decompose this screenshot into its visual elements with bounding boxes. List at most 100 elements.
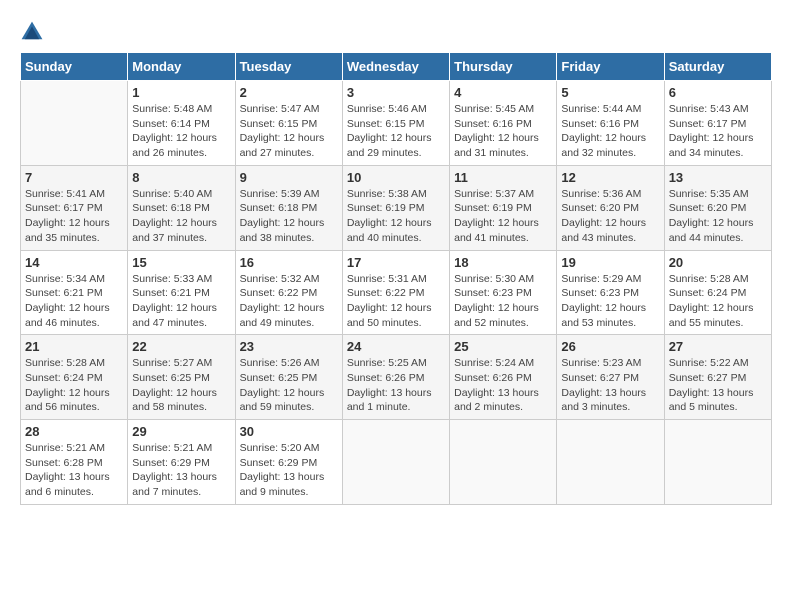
calendar-header-row: SundayMondayTuesdayWednesdayThursdayFrid… [21, 53, 772, 81]
day-info: Sunrise: 5:48 AM Sunset: 6:14 PM Dayligh… [132, 102, 230, 161]
calendar-cell: 24 Sunrise: 5:25 AM Sunset: 6:26 PM Dayli… [342, 335, 449, 420]
calendar-header-monday: Monday [128, 53, 235, 81]
day-number: 23 [240, 339, 338, 354]
day-info: Sunrise: 5:21 AM Sunset: 6:28 PM Dayligh… [25, 441, 123, 500]
calendar-cell: 4Sunrise: 5:45 AM Sunset: 6:16 PM Daylig… [450, 81, 557, 166]
calendar-cell: 25 Sunrise: 5:24 AM Sunset: 6:26 PM Dayli… [450, 335, 557, 420]
day-number: 16 [240, 255, 338, 270]
day-info: Sunrise: 5:35 AM Sunset: 6:20 PM Dayligh… [669, 187, 767, 246]
day-info: Sunrise: 5:47 AM Sunset: 6:15 PM Dayligh… [240, 102, 338, 161]
day-info: Sunrise: 5:25 AM Sunset: 6:26 PM Dayligh… [347, 356, 445, 415]
logo-icon [20, 20, 44, 44]
day-number: 7 [25, 170, 123, 185]
day-info: Sunrise: 5:21 AM Sunset: 6:29 PM Dayligh… [132, 441, 230, 500]
day-number: 20 [669, 255, 767, 270]
calendar-cell: 27 Sunrise: 5:22 AM Sunset: 6:27 PM Dayli… [664, 335, 771, 420]
calendar-cell [342, 420, 449, 505]
calendar-cell: 10Sunrise: 5:38 AM Sunset: 6:19 PM Dayli… [342, 165, 449, 250]
day-number: 11 [454, 170, 552, 185]
day-number: 19 [561, 255, 659, 270]
calendar-cell: 1 Sunrise: 5:48 AM Sunset: 6:14 PM Daylig… [128, 81, 235, 166]
day-number: 22 [132, 339, 230, 354]
day-info: Sunrise: 5:27 AM Sunset: 6:25 PM Dayligh… [132, 356, 230, 415]
calendar-cell: 8Sunrise: 5:40 AM Sunset: 6:18 PM Daylig… [128, 165, 235, 250]
day-number: 6 [669, 85, 767, 100]
day-number: 21 [25, 339, 123, 354]
calendar-cell: 26 Sunrise: 5:23 AM Sunset: 6:27 PM Dayli… [557, 335, 664, 420]
calendar-cell [664, 420, 771, 505]
day-number: 3 [347, 85, 445, 100]
calendar-cell: 18 Sunrise: 5:30 AM Sunset: 6:23 PM Dayli… [450, 250, 557, 335]
day-number: 24 [347, 339, 445, 354]
calendar-cell: 23 Sunrise: 5:26 AM Sunset: 6:25 PM Dayli… [235, 335, 342, 420]
page-header [20, 20, 772, 44]
calendar-header-friday: Friday [557, 53, 664, 81]
calendar-cell: 15Sunrise: 5:33 AM Sunset: 6:21 PM Dayli… [128, 250, 235, 335]
calendar-cell: 12 Sunrise: 5:36 AM Sunset: 6:20 PM Dayli… [557, 165, 664, 250]
calendar-header-wednesday: Wednesday [342, 53, 449, 81]
day-info: Sunrise: 5:44 AM Sunset: 6:16 PM Dayligh… [561, 102, 659, 161]
day-info: Sunrise: 5:31 AM Sunset: 6:22 PM Dayligh… [347, 272, 445, 331]
calendar-cell [450, 420, 557, 505]
day-info: Sunrise: 5:20 AM Sunset: 6:29 PM Dayligh… [240, 441, 338, 500]
day-number: 12 [561, 170, 659, 185]
calendar-cell: 19 Sunrise: 5:29 AM Sunset: 6:23 PM Dayli… [557, 250, 664, 335]
day-info: Sunrise: 5:23 AM Sunset: 6:27 PM Dayligh… [561, 356, 659, 415]
logo [20, 20, 48, 44]
day-info: Sunrise: 5:37 AM Sunset: 6:19 PM Dayligh… [454, 187, 552, 246]
calendar-week-row: 14 Sunrise: 5:34 AM Sunset: 6:21 PM Dayli… [21, 250, 772, 335]
calendar-cell: 22 Sunrise: 5:27 AM Sunset: 6:25 PM Dayli… [128, 335, 235, 420]
day-info: Sunrise: 5:24 AM Sunset: 6:26 PM Dayligh… [454, 356, 552, 415]
day-info: Sunrise: 5:26 AM Sunset: 6:25 PM Dayligh… [240, 356, 338, 415]
day-number: 25 [454, 339, 552, 354]
day-info: Sunrise: 5:22 AM Sunset: 6:27 PM Dayligh… [669, 356, 767, 415]
calendar-cell: 7 Sunrise: 5:41 AM Sunset: 6:17 PM Daylig… [21, 165, 128, 250]
day-number: 27 [669, 339, 767, 354]
calendar-cell: 17 Sunrise: 5:31 AM Sunset: 6:22 PM Dayli… [342, 250, 449, 335]
day-info: Sunrise: 5:33 AM Sunset: 6:21 PM Dayligh… [132, 272, 230, 331]
day-info: Sunrise: 5:28 AM Sunset: 6:24 PM Dayligh… [25, 356, 123, 415]
calendar-header-sunday: Sunday [21, 53, 128, 81]
calendar-cell: 21 Sunrise: 5:28 AM Sunset: 6:24 PM Dayli… [21, 335, 128, 420]
day-info: Sunrise: 5:34 AM Sunset: 6:21 PM Dayligh… [25, 272, 123, 331]
calendar-cell: 5 Sunrise: 5:44 AM Sunset: 6:16 PM Daylig… [557, 81, 664, 166]
calendar-cell: 16 Sunrise: 5:32 AM Sunset: 6:22 PM Dayli… [235, 250, 342, 335]
calendar-cell: 3Sunrise: 5:46 AM Sunset: 6:15 PM Daylig… [342, 81, 449, 166]
day-info: Sunrise: 5:30 AM Sunset: 6:23 PM Dayligh… [454, 272, 552, 331]
day-number: 14 [25, 255, 123, 270]
calendar-cell: 11 Sunrise: 5:37 AM Sunset: 6:19 PM Dayli… [450, 165, 557, 250]
day-info: Sunrise: 5:32 AM Sunset: 6:22 PM Dayligh… [240, 272, 338, 331]
day-number: 13 [669, 170, 767, 185]
calendar-table: SundayMondayTuesdayWednesdayThursdayFrid… [20, 52, 772, 505]
day-number: 10 [347, 170, 445, 185]
calendar-cell: 6 Sunrise: 5:43 AM Sunset: 6:17 PM Daylig… [664, 81, 771, 166]
calendar-cell: 14 Sunrise: 5:34 AM Sunset: 6:21 PM Dayli… [21, 250, 128, 335]
calendar-cell [557, 420, 664, 505]
calendar-cell: 9 Sunrise: 5:39 AM Sunset: 6:18 PM Daylig… [235, 165, 342, 250]
calendar-header-thursday: Thursday [450, 53, 557, 81]
calendar-header-tuesday: Tuesday [235, 53, 342, 81]
calendar-cell: 13 Sunrise: 5:35 AM Sunset: 6:20 PM Dayli… [664, 165, 771, 250]
calendar-cell: 29Sunrise: 5:21 AM Sunset: 6:29 PM Dayli… [128, 420, 235, 505]
day-number: 30 [240, 424, 338, 439]
day-info: Sunrise: 5:41 AM Sunset: 6:17 PM Dayligh… [25, 187, 123, 246]
day-number: 9 [240, 170, 338, 185]
day-info: Sunrise: 5:36 AM Sunset: 6:20 PM Dayligh… [561, 187, 659, 246]
day-info: Sunrise: 5:39 AM Sunset: 6:18 PM Dayligh… [240, 187, 338, 246]
calendar-cell: 2 Sunrise: 5:47 AM Sunset: 6:15 PM Daylig… [235, 81, 342, 166]
calendar-header-saturday: Saturday [664, 53, 771, 81]
calendar-week-row: 7 Sunrise: 5:41 AM Sunset: 6:17 PM Daylig… [21, 165, 772, 250]
day-number: 5 [561, 85, 659, 100]
day-number: 2 [240, 85, 338, 100]
day-info: Sunrise: 5:43 AM Sunset: 6:17 PM Dayligh… [669, 102, 767, 161]
day-number: 26 [561, 339, 659, 354]
day-number: 17 [347, 255, 445, 270]
day-number: 18 [454, 255, 552, 270]
calendar-cell [21, 81, 128, 166]
calendar-cell: 30 Sunrise: 5:20 AM Sunset: 6:29 PM Dayli… [235, 420, 342, 505]
calendar-cell: 20Sunrise: 5:28 AM Sunset: 6:24 PM Dayli… [664, 250, 771, 335]
day-number: 1 [132, 85, 230, 100]
day-number: 8 [132, 170, 230, 185]
day-info: Sunrise: 5:29 AM Sunset: 6:23 PM Dayligh… [561, 272, 659, 331]
calendar-week-row: 28Sunrise: 5:21 AM Sunset: 6:28 PM Dayli… [21, 420, 772, 505]
